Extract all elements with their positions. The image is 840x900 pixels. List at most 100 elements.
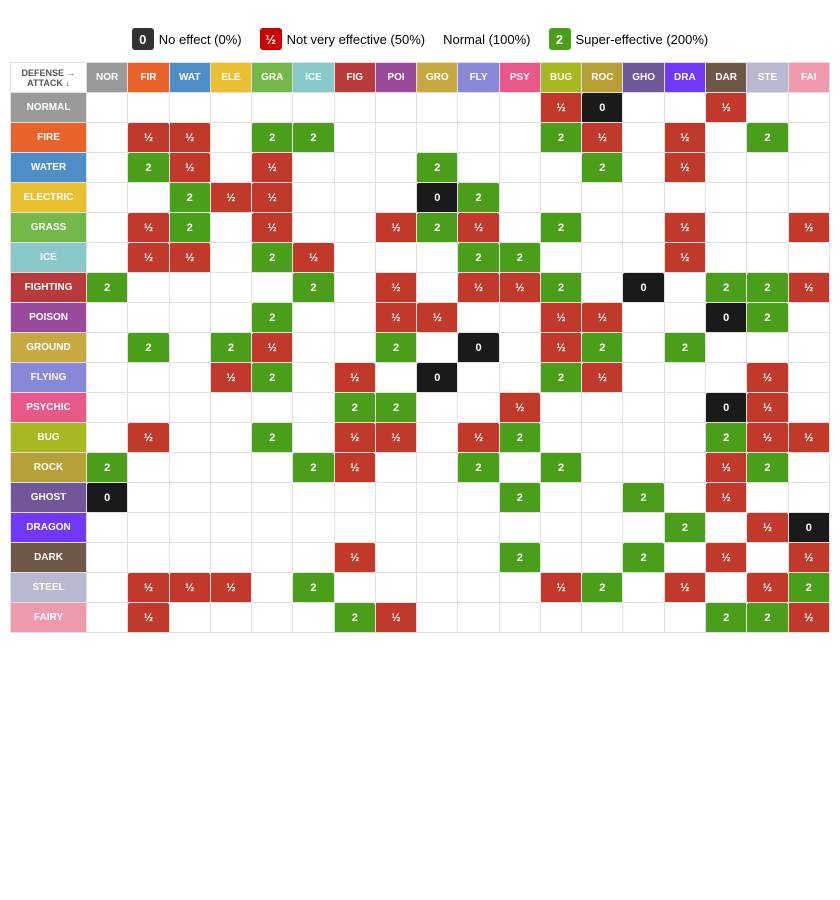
row-header-dragon: DRAGON <box>11 513 87 543</box>
cell <box>334 303 375 333</box>
row-header-steel: STEEL <box>11 573 87 603</box>
type-chart: DEFENSE → ATTACK ↓NORFIRWATELEGRAICEFIGP… <box>10 62 830 633</box>
cell: ½ <box>375 603 416 633</box>
cell <box>210 423 251 453</box>
cell <box>334 153 375 183</box>
cell: ½ <box>252 213 293 243</box>
cell <box>252 483 293 513</box>
cell <box>87 93 128 123</box>
cell <box>623 243 664 273</box>
cell <box>87 213 128 243</box>
cell: 2 <box>293 273 334 303</box>
cell <box>87 573 128 603</box>
cell <box>334 273 375 303</box>
cell <box>169 333 210 363</box>
cell: ½ <box>334 423 375 453</box>
cell <box>458 363 499 393</box>
cell <box>788 303 829 333</box>
cell: 2 <box>747 303 788 333</box>
cell <box>664 93 705 123</box>
col-header-ste: STE <box>747 63 788 93</box>
cell <box>417 243 458 273</box>
cell: ½ <box>458 423 499 453</box>
cell <box>747 333 788 363</box>
cell: 2 <box>582 333 623 363</box>
cell <box>334 183 375 213</box>
cell: 2 <box>458 183 499 213</box>
cell <box>788 393 829 423</box>
cell: ½ <box>334 453 375 483</box>
cell <box>417 123 458 153</box>
cell <box>788 183 829 213</box>
row-header-bug: BUG <box>11 423 87 453</box>
cell: ½ <box>210 573 251 603</box>
cell <box>128 393 169 423</box>
cell <box>664 303 705 333</box>
cell <box>706 513 747 543</box>
cell: ½ <box>128 573 169 603</box>
cell <box>87 423 128 453</box>
cell: 2 <box>458 243 499 273</box>
table-row: ELECTRIC2½½02 <box>11 183 830 213</box>
cell: 2 <box>499 483 540 513</box>
cell <box>334 513 375 543</box>
table-row: GHOST022½ <box>11 483 830 513</box>
cell: ½ <box>664 153 705 183</box>
cell: 2 <box>293 453 334 483</box>
cell: ½ <box>210 183 251 213</box>
cell <box>128 183 169 213</box>
cell: ½ <box>334 543 375 573</box>
col-header-wat: WAT <box>169 63 210 93</box>
cell <box>252 453 293 483</box>
table-row: GRASS½2½½2½2½½ <box>11 213 830 243</box>
cell <box>169 453 210 483</box>
cell <box>169 393 210 423</box>
cell: ½ <box>252 183 293 213</box>
col-header-gra: GRA <box>252 63 293 93</box>
cell: ½ <box>664 573 705 603</box>
cell <box>293 153 334 183</box>
cell <box>706 333 747 363</box>
cell: ½ <box>458 273 499 303</box>
cell <box>210 483 251 513</box>
cell <box>334 213 375 243</box>
cell: ½ <box>417 303 458 333</box>
cell: ½ <box>664 123 705 153</box>
cell <box>210 513 251 543</box>
cell: 0 <box>87 483 128 513</box>
cell <box>417 543 458 573</box>
legend-badge-zero: 0 <box>132 28 154 50</box>
cell <box>375 513 416 543</box>
cell <box>499 153 540 183</box>
cell: 2 <box>334 603 375 633</box>
cell <box>293 93 334 123</box>
cell <box>458 483 499 513</box>
cell: ½ <box>499 393 540 423</box>
cell <box>623 513 664 543</box>
cell <box>210 213 251 243</box>
cell: 2 <box>334 393 375 423</box>
cell: ½ <box>747 423 788 453</box>
col-header-roc: ROC <box>582 63 623 93</box>
legend-item-super: 2 Super-effective (200%) <box>549 28 709 50</box>
cell: 2 <box>417 213 458 243</box>
cell: 2 <box>252 123 293 153</box>
col-header-ice: ICE <box>293 63 334 93</box>
col-header-dar: DAR <box>706 63 747 93</box>
cell <box>252 513 293 543</box>
cell: ½ <box>169 573 210 603</box>
cell <box>293 543 334 573</box>
cell <box>499 123 540 153</box>
cell: 2 <box>540 273 581 303</box>
cell <box>706 213 747 243</box>
cell: ½ <box>169 123 210 153</box>
cell: 0 <box>706 303 747 333</box>
cell <box>334 333 375 363</box>
cell: 0 <box>417 183 458 213</box>
cell <box>788 363 829 393</box>
cell <box>252 273 293 303</box>
cell: 2 <box>747 123 788 153</box>
cell <box>623 423 664 453</box>
table-row: DARK½22½½ <box>11 543 830 573</box>
cell <box>210 303 251 333</box>
